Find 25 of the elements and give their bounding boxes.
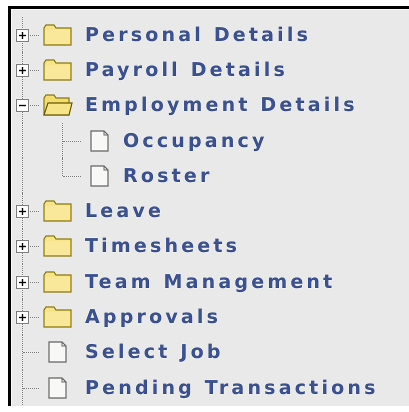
expander-box[interactable] — [16, 311, 29, 324]
expander-box[interactable] — [16, 240, 29, 254]
folder-icon — [43, 306, 73, 328]
tree-item[interactable]: Payroll Details — [85, 58, 288, 81]
folder-icon — [43, 58, 73, 81]
folder-icon — [43, 94, 73, 116]
folder-icon — [43, 200, 73, 222]
expander-box[interactable] — [16, 28, 29, 42]
tree-item[interactable]: Approvals — [85, 306, 222, 328]
tree-item[interactable]: Select Job — [85, 341, 224, 364]
tree-item[interactable]: Personal Details — [85, 24, 312, 46]
expander-box[interactable] — [16, 99, 29, 112]
tree-item[interactable]: Timesheets — [85, 235, 240, 258]
tree-item[interactable]: Roster — [123, 164, 213, 187]
folder-icon — [43, 270, 73, 293]
tree-item[interactable]: Pending Transactions — [85, 376, 379, 399]
folder-icon — [43, 235, 73, 258]
expander-box[interactable] — [16, 205, 29, 218]
expander-box[interactable] — [16, 276, 29, 289]
tree-item[interactable]: Leave — [85, 200, 164, 222]
tree-item[interactable]: Team Management — [85, 270, 336, 293]
tree-item[interactable]: Occupancy — [123, 130, 268, 152]
tree-item[interactable]: Employment Details — [85, 94, 358, 116]
expander-box[interactable] — [16, 64, 29, 77]
folder-icon — [43, 24, 73, 46]
